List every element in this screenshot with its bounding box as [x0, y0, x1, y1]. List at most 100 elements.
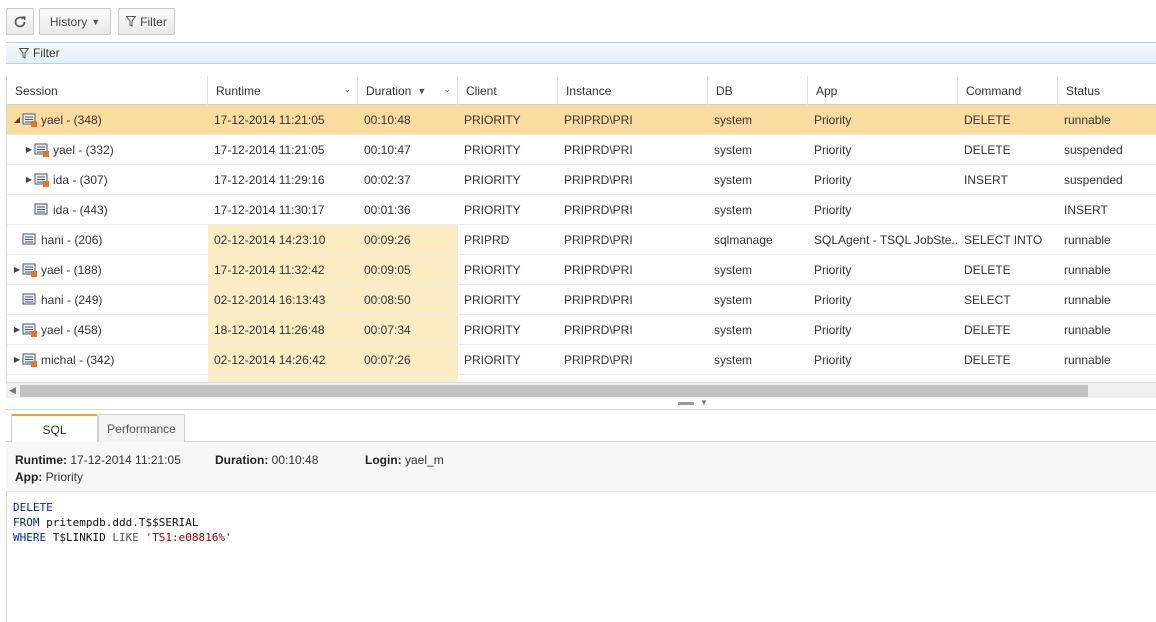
detail-tabs: SQL Performance: [6, 414, 1156, 443]
session-label: yael - (332): [53, 142, 114, 157]
caret-down-icon: ▼: [91, 16, 101, 27]
cell-db: system: [714, 352, 753, 367]
scroll-left-icon[interactable]: ◀: [9, 385, 16, 396]
table-row[interactable]: ◢ yael - (348) 17-12-2014 11:21:05 00:10:48…: [7, 105, 1156, 135]
splitter-grip-icon[interactable]: [678, 402, 694, 405]
column-header-client[interactable]: Client: [458, 76, 558, 105]
cell-runtime: 17-12-2014 11:21:05: [214, 112, 325, 127]
column-header-db[interactable]: DB: [708, 76, 808, 105]
cell-status: runnable: [1064, 322, 1111, 337]
column-header-app[interactable]: App: [808, 76, 958, 105]
column-header-runtime[interactable]: Runtime ⌄: [208, 76, 358, 105]
cell-runtime: 02-12-2014 16:13:43: [208, 285, 358, 314]
cell-session: ▶ ida - (307): [7, 165, 208, 194]
expand-triangle-icon[interactable]: ▶: [13, 325, 21, 334]
filter-bar[interactable]: Filter: [6, 42, 1156, 64]
cell-instance: PRIPRD\PRI: [564, 262, 633, 277]
cell-app: Priority: [814, 292, 852, 307]
sessions-grid: Session Runtime ⌄ Duration ▼ ⌄ Client Insta…: [6, 76, 1156, 397]
cell-session: ◢ yael - (348): [7, 105, 208, 134]
horizontal-scrollbar[interactable]: ◀: [6, 382, 1156, 398]
cell-db: system: [714, 322, 753, 337]
cell-command: DELETE: [964, 112, 1011, 127]
column-header-instance[interactable]: Instance: [558, 76, 708, 105]
session-label: yael - (188): [41, 262, 102, 277]
scrollbar-thumb[interactable]: [20, 385, 1088, 397]
cell-client: PRIORITY: [464, 172, 521, 187]
table-row[interactable]: ▶ michal - (342) 02-12-2014 14:26:42 00:07:…: [7, 345, 1156, 375]
expand-triangle-icon[interactable]: ▶: [25, 175, 33, 184]
collapse-down-icon[interactable]: ▼: [700, 398, 708, 407]
tab-sql[interactable]: SQL: [11, 414, 98, 443]
session-icon: [34, 173, 50, 187]
cell-command: [958, 195, 1058, 224]
funnel-icon: [126, 16, 137, 27]
cell-client: PRIORITY: [464, 352, 521, 367]
table-row[interactable]: ▶ ida - (307) 17-12-2014 11:29:16 00:02:37 P…: [7, 165, 1156, 195]
chevron-down-icon[interactable]: ⌄: [343, 84, 351, 95]
cell-app: Priority: [814, 202, 852, 217]
cell-command: DELETE: [964, 352, 1011, 367]
detail-duration: Duration: 00:10:48: [215, 453, 319, 467]
cell-session: ▶ yael - (332): [7, 135, 208, 164]
cell-instance: PRIPRD\PRI: [564, 202, 633, 217]
table-row[interactable]: ida - (443) 17-12-2014 11:30:17 00:01:36 PR…: [7, 195, 1156, 225]
column-header-duration[interactable]: Duration ▼ ⌄: [358, 76, 458, 105]
session-icon: [22, 263, 38, 277]
cell-runtime: 17-12-2014 11:32:42: [208, 255, 358, 284]
column-header-status[interactable]: Status: [1058, 76, 1156, 105]
session-label: ida - (307): [53, 172, 108, 187]
cell-command: SELECT: [964, 292, 1011, 307]
cell-app: Priority: [814, 352, 852, 367]
toolbar: History ▼ Filter: [0, 0, 1156, 42]
detail-runtime: Runtime: 17-12-2014 11:21:05: [15, 453, 181, 467]
expand-triangle-icon[interactable]: ▶: [13, 355, 21, 364]
cell-duration: 00:10:47: [364, 142, 411, 157]
cell-db: system: [714, 202, 753, 217]
funnel-icon: [19, 47, 29, 59]
session-icon: [34, 143, 50, 157]
table-row[interactable]: hani - (206) 02-12-2014 14:23:10 00:09:26 P…: [7, 225, 1156, 255]
session-label: michal - (342): [41, 352, 115, 367]
column-header-session[interactable]: Session: [7, 76, 208, 105]
filter-button[interactable]: Filter: [118, 8, 175, 35]
refresh-button[interactable]: [6, 8, 34, 35]
chevron-down-icon[interactable]: ⌄: [443, 84, 451, 95]
session-label: yael - (458): [41, 322, 102, 337]
table-row[interactable]: ▶ yael - (458) 18-12-2014 11:26:48 00:07:34…: [7, 315, 1156, 345]
session-icon: [22, 323, 38, 337]
cell-runtime: 17-12-2014 11:21:05: [214, 142, 325, 157]
column-header-command[interactable]: Command: [958, 76, 1058, 105]
expand-triangle-icon[interactable]: ▶: [25, 145, 33, 154]
cell-runtime: 02-12-2014 14:23:10: [208, 225, 358, 254]
cell-app: Priority: [814, 112, 852, 127]
cell-session: ida - (443): [7, 195, 208, 224]
cell-app: SQLAgent - TSQL JobSte...: [814, 232, 958, 247]
grid-header: Session Runtime ⌄ Duration ▼ ⌄ Client Insta…: [7, 76, 1156, 105]
cell-client: PRIORITY: [464, 292, 521, 307]
session-label: ida - (443): [53, 202, 108, 217]
filter-label: Filter: [140, 14, 167, 29]
cell-instance: PRIPRD\PRI: [564, 172, 633, 187]
collapse-triangle-icon[interactable]: ◢: [13, 115, 21, 124]
history-dropdown[interactable]: History ▼: [39, 8, 111, 35]
cell-session: ▶ yael - (458): [7, 315, 208, 344]
cell-db: sqlmanage: [714, 232, 773, 247]
cell-instance: PRIPRD\PRI: [564, 292, 633, 307]
tab-performance[interactable]: Performance: [98, 414, 185, 442]
session-label: yael - (348): [41, 112, 102, 127]
expand-triangle-icon[interactable]: ▶: [13, 265, 21, 274]
cell-status: suspended: [1064, 142, 1123, 157]
cell-app: Priority: [814, 142, 852, 157]
session-label: hani - (249): [41, 292, 103, 307]
table-row[interactable]: ▶ yael - (188) 17-12-2014 11:32:42 00:09:05…: [7, 255, 1156, 285]
pane-splitter[interactable]: ▼: [6, 398, 1156, 410]
session-icon: [22, 293, 38, 307]
cell-command: SELECT INTO: [964, 232, 1043, 247]
table-row[interactable]: ▶ yael - (332) 17-12-2014 11:21:05 00:10:47…: [7, 135, 1156, 165]
sql-text-pane[interactable]: DELETE FROM pritempdb.ddd.T$$SERIAL WHER…: [6, 492, 1156, 622]
table-row[interactable]: hani - (249) 02-12-2014 16:13:43 00:08:50 P…: [7, 285, 1156, 315]
detail-app: App: Priority: [15, 470, 84, 484]
session-detail: Runtime: 17-12-2014 11:21:05 Duration: 0…: [6, 442, 1156, 492]
session-label: hani - (206): [41, 232, 103, 247]
